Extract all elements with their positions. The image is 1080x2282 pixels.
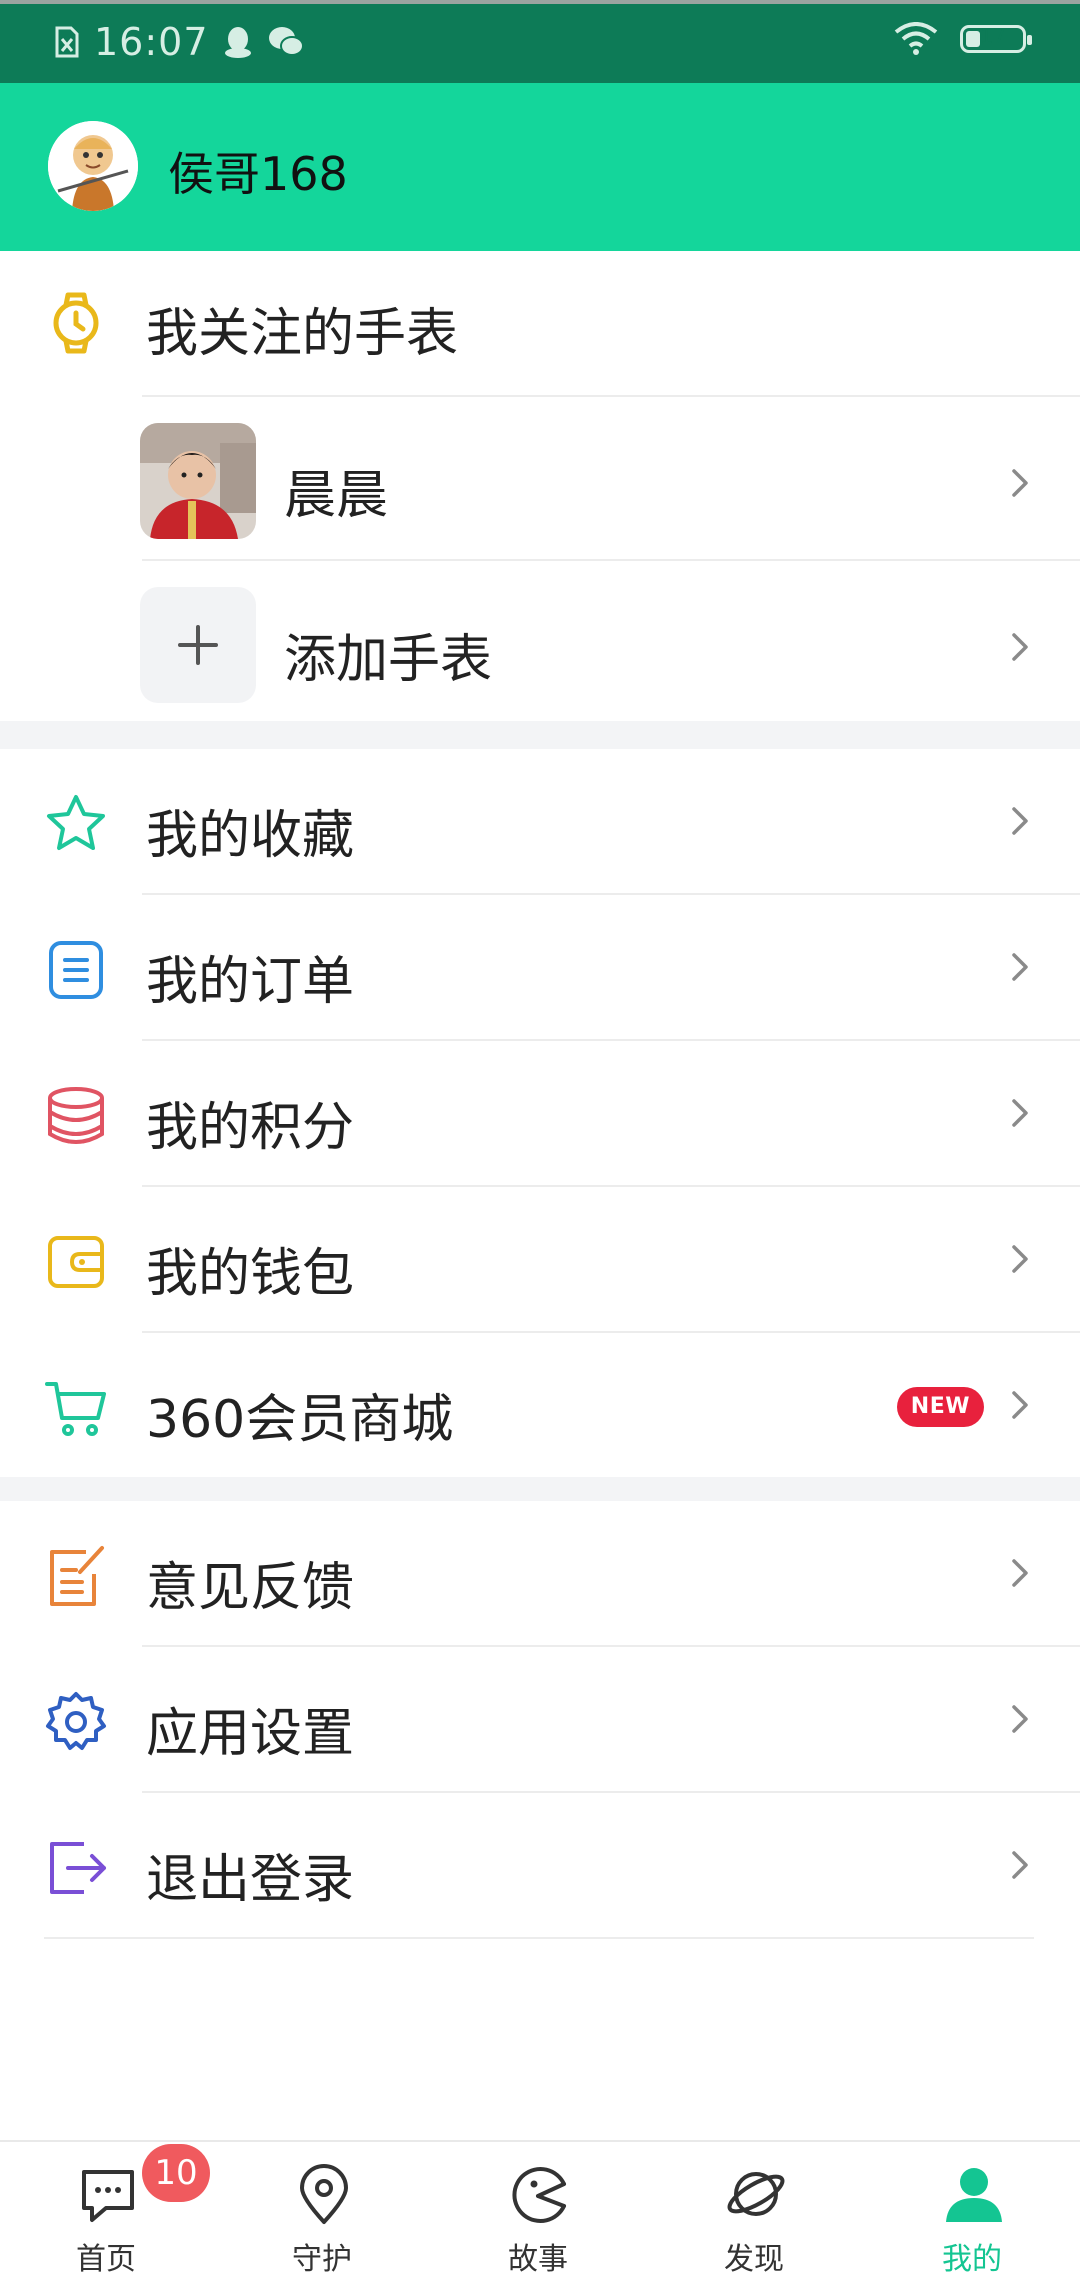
tab-story[interactable]: 故事 — [458, 2142, 618, 2282]
child-photo — [140, 423, 256, 539]
bottom-tab-bar: 10 首页 守护 故事 发现 我的 — [0, 2140, 1080, 2282]
unread-count-badge: 10 — [142, 2144, 210, 2202]
tab-label: 故事 — [508, 2242, 568, 2277]
user-icon — [946, 2168, 1002, 2222]
chevron-right-icon — [1012, 1705, 1028, 1733]
menu-label: 我的收藏 — [146, 806, 355, 866]
menu-item-points[interactable]: 我的积分 — [0, 1041, 1080, 1187]
section-gap — [0, 721, 1080, 749]
menu-label: 我的钱包 — [146, 1244, 355, 1304]
watch-section-title-row: 我关注的手表 — [0, 251, 1080, 397]
menu-item-feedback[interactable]: 意见反馈 — [0, 1501, 1080, 1647]
sim-icon — [55, 26, 79, 58]
add-watch-item[interactable]: 添加手表 — [0, 561, 1080, 725]
menu-item-favorites[interactable]: 我的收藏 — [0, 749, 1080, 895]
tab-discover[interactable]: 发现 — [674, 2142, 834, 2282]
tab-home[interactable]: 10 首页 — [26, 2142, 210, 2282]
gear-icon — [46, 1692, 106, 1750]
logout-icon — [50, 1842, 106, 1894]
story-face-icon — [512, 2167, 566, 2223]
profile-header[interactable]: 侯哥168 — [0, 83, 1080, 251]
menu-item-orders[interactable]: 我的订单 — [0, 895, 1080, 1041]
chevron-right-icon — [1012, 953, 1028, 981]
watch-icon — [53, 292, 99, 354]
menu-section-settings: 意见反馈 应用设置 退出登录 — [0, 1501, 1080, 1939]
battery-percent: 17 — [980, 24, 1006, 48]
wechat-icon — [268, 27, 304, 56]
child-photo-image — [140, 423, 256, 539]
chevron-right-icon — [1012, 1245, 1028, 1273]
status-bar: 16:07 17 — [0, 0, 1080, 83]
watch-child-item[interactable]: 晨晨 — [0, 397, 1080, 561]
plus-icon — [178, 625, 218, 665]
tab-mine[interactable]: 我的 — [892, 2142, 1052, 2282]
battery-icon: 17 — [960, 24, 1032, 53]
child-name: 晨晨 — [284, 466, 389, 526]
status-time: 16:07 — [94, 20, 209, 64]
chevron-right-icon — [1012, 1391, 1028, 1419]
watch-section-title: 我关注的手表 — [146, 304, 459, 364]
star-icon — [47, 795, 105, 850]
chat-bubble-icon — [82, 2170, 134, 2222]
location-pin-icon — [300, 2164, 348, 2224]
qq-icon — [224, 27, 251, 58]
menu-label: 意见反馈 — [146, 1558, 355, 1618]
menu-item-settings[interactable]: 应用设置 — [0, 1647, 1080, 1793]
chevron-right-icon — [1012, 633, 1028, 661]
chevron-right-icon — [1012, 1559, 1028, 1587]
wallet-icon — [48, 1236, 104, 1288]
planet-icon — [727, 2172, 785, 2216]
username[interactable]: 侯哥168 — [168, 138, 348, 204]
divider — [44, 1937, 1034, 1939]
chevron-right-icon — [1012, 1099, 1028, 1127]
menu-label: 我的订单 — [146, 952, 355, 1012]
menu-section-main: 我的收藏 我的订单 我的积分 我的钱包 360会员商城 NEW — [0, 749, 1080, 1477]
wifi-icon — [894, 22, 938, 55]
menu-label: 我的积分 — [146, 1098, 355, 1158]
menu-item-member-store[interactable]: 360会员商城 NEW — [0, 1333, 1080, 1479]
avatar[interactable] — [48, 121, 138, 211]
coins-icon — [48, 1087, 104, 1144]
chevron-right-icon — [1012, 807, 1028, 835]
tab-label: 我的 — [942, 2242, 1002, 2277]
tab-label: 守护 — [292, 2242, 352, 2277]
monkey-king-avatar-icon — [48, 121, 138, 211]
shopping-cart-icon — [45, 1382, 106, 1436]
watch-section: 我关注的手表 晨晨 添加手表 — [0, 251, 1080, 721]
new-badge: NEW — [896, 1387, 984, 1427]
add-watch-tile — [140, 587, 256, 703]
tab-label: 首页 — [76, 2242, 136, 2277]
section-gap — [0, 1477, 1080, 1501]
chevron-right-icon — [1012, 469, 1028, 497]
add-watch-label: 添加手表 — [284, 630, 493, 690]
feedback-edit-icon — [50, 1546, 104, 1606]
tab-guard[interactable]: 守护 — [242, 2142, 402, 2282]
menu-label: 退出登录 — [146, 1850, 355, 1910]
menu-label: 360会员商城 — [146, 1390, 454, 1450]
order-list-icon — [49, 941, 103, 999]
menu-label: 应用设置 — [146, 1704, 355, 1764]
tab-label: 发现 — [724, 2242, 784, 2277]
menu-item-logout[interactable]: 退出登录 — [0, 1793, 1080, 1939]
menu-item-wallet[interactable]: 我的钱包 — [0, 1187, 1080, 1333]
chevron-right-icon — [1012, 1851, 1028, 1879]
